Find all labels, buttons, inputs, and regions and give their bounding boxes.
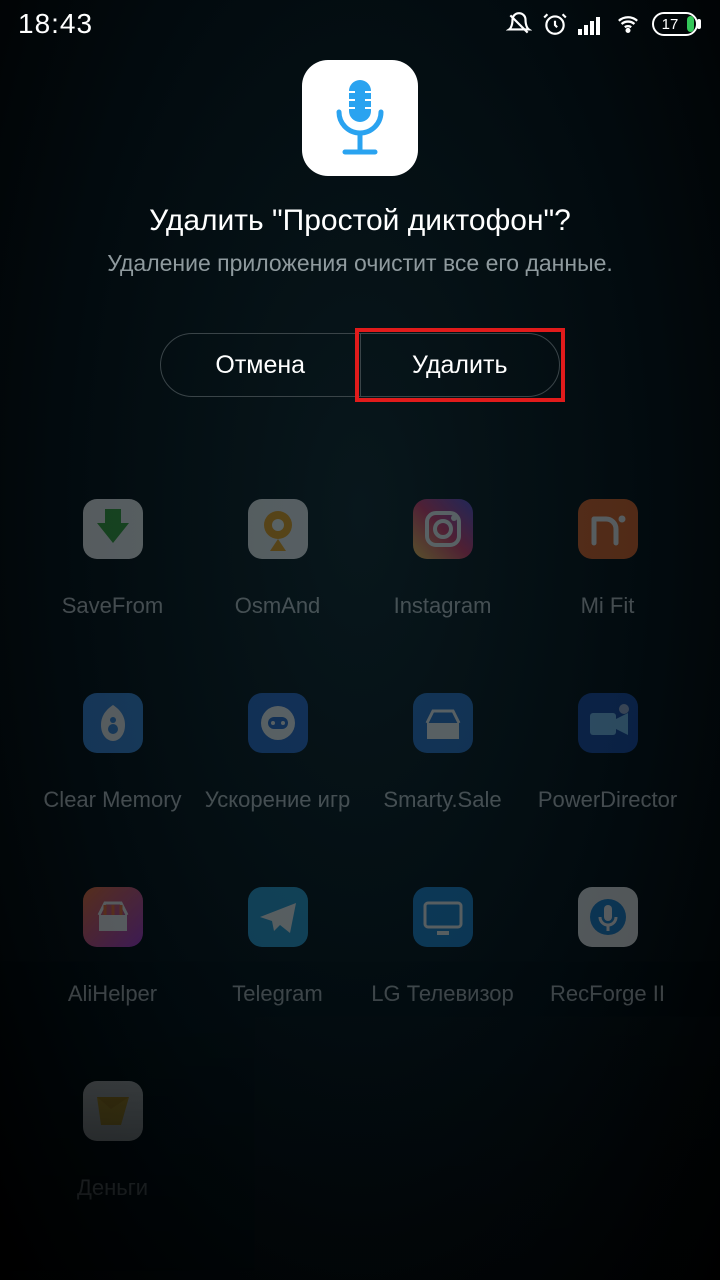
status-icons: 17 [506,11,702,37]
app-icon [59,669,167,777]
status-bar: 18:43 [0,0,720,48]
home-screen-apps: SaveFrom OsmAnd Instagram Mi Fit Clear M… [0,475,720,1280]
app-label: OsmAnd [235,593,321,643]
app-mifit[interactable]: Mi Fit [525,475,690,643]
uninstall-dialog: Удалить "Простой диктофон"? Удаление при… [0,60,720,397]
app-icon [389,863,497,971]
app-label: AliHelper [68,981,157,1031]
app-label: LG Телевизор [371,981,514,1031]
app-instagram[interactable]: Instagram [360,475,525,643]
dialog-subtitle: Удаление приложения очистит все его данн… [0,250,720,277]
app-icon [224,475,332,583]
app-powerdirector[interactable]: PowerDirector [525,669,690,837]
app-alihelper[interactable]: AliHelper [30,863,195,1031]
app-label: Mi Fit [581,593,635,643]
app-label: RecForge II [550,981,665,1031]
app-label: Telegram [232,981,322,1031]
app-icon [59,1057,167,1165]
app-label: Clear Memory [43,787,181,837]
delete-button[interactable]: Удалить [361,334,560,396]
app-recforge[interactable]: RecForge II [525,863,690,1031]
app-label: SaveFrom [62,593,163,643]
app-icon [224,863,332,971]
app-icon [554,669,662,777]
app-lgtv[interactable]: LG Телевизор [360,863,525,1031]
app-icon [59,475,167,583]
app-label: Instagram [394,593,492,643]
dialog-title: Удалить "Простой диктофон"? [0,204,720,238]
app-icon [554,863,662,971]
app-money[interactable]: Деньги [30,1057,195,1225]
status-time: 18:43 [18,8,93,40]
dialog-buttons: Отмена Удалить [160,333,560,397]
cellular-icon [578,13,604,35]
app-smartysale[interactable]: Smarty.Sale [360,669,525,837]
alarm-icon [542,11,568,37]
app-icon [554,475,662,583]
app-label: Smarty.Sale [383,787,501,837]
app-osmand[interactable]: OsmAnd [195,475,360,643]
app-icon [59,863,167,971]
microphone-icon [325,78,395,158]
app-clearmem[interactable]: Clear Memory [30,669,195,837]
app-label: Ускорение игр [205,787,350,837]
app-icon [389,669,497,777]
cancel-button[interactable]: Отмена [161,334,361,396]
app-savefrom[interactable]: SaveFrom [30,475,195,643]
app-label: PowerDirector [538,787,677,837]
battery-icon: 17 [652,12,702,36]
app-telegram[interactable]: Telegram [195,863,360,1031]
dnd-icon [506,11,532,37]
battery-text: 17 [662,16,679,33]
app-icon [224,669,332,777]
app-gameboost[interactable]: Ускорение игр [195,669,360,837]
app-icon [389,475,497,583]
app-label: Деньги [77,1175,148,1225]
app-icon-large [302,60,418,176]
wifi-icon [614,13,642,35]
